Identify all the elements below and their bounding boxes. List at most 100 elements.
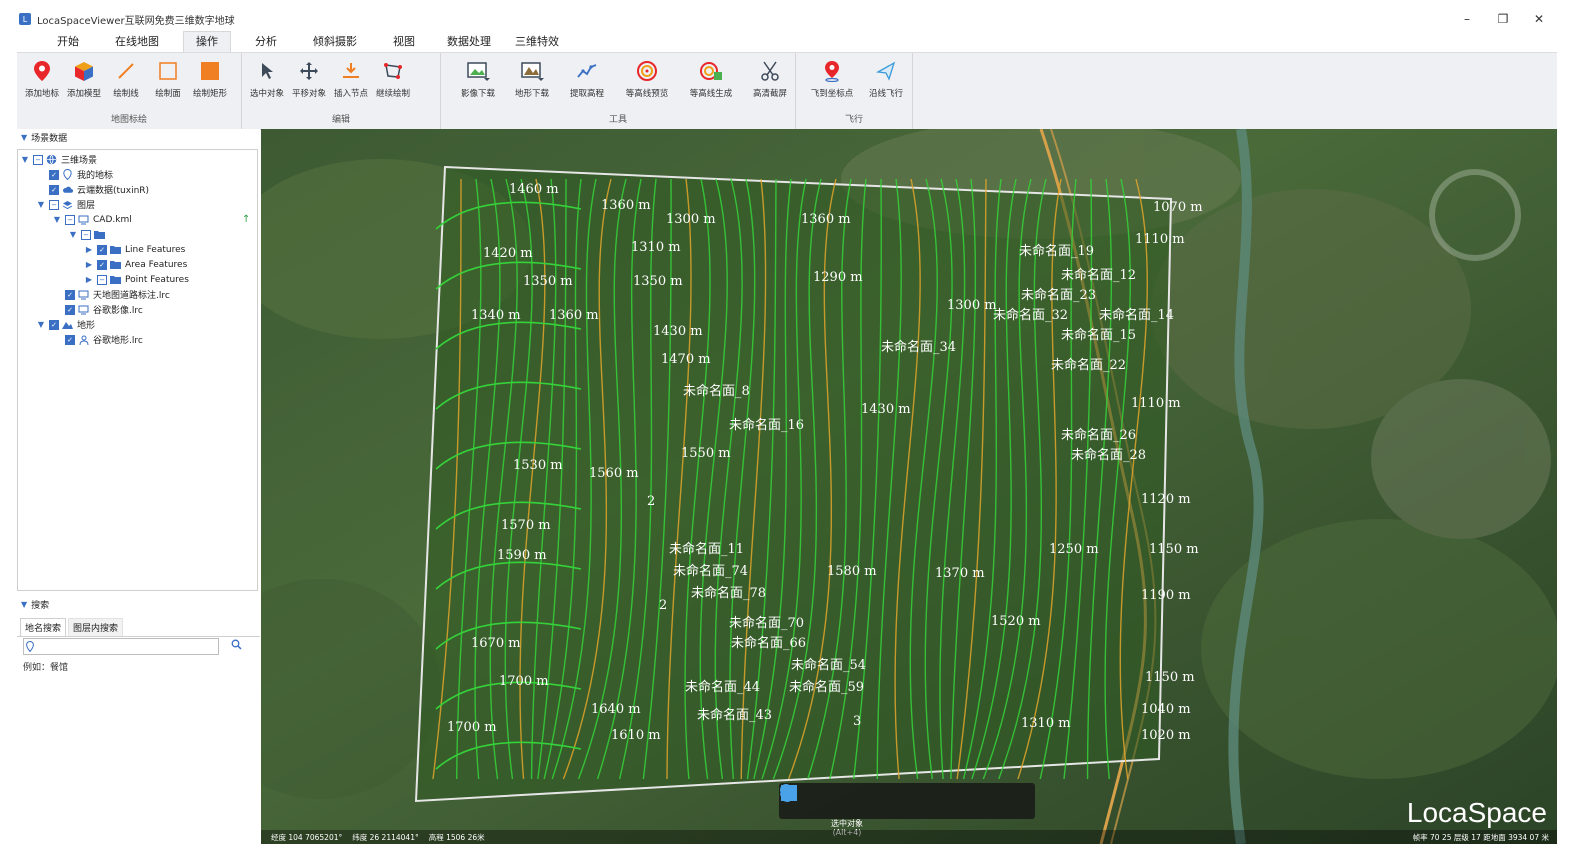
tree-node-tianditu-road[interactable]: ✓ 天地图道路标注.lrc xyxy=(62,287,170,302)
terrain-download-button[interactable]: 地形下载 xyxy=(505,57,559,109)
tree-checkbox[interactable]: − xyxy=(97,274,107,285)
select-object-label: 选中对象 xyxy=(249,89,284,99)
tab-oblique-photo[interactable]: 倾斜摄影 xyxy=(301,32,369,52)
continue-draw-button[interactable]: 继续绘制 xyxy=(372,57,414,109)
contour-preview-button[interactable]: 等高线预览 xyxy=(615,57,679,109)
tree-node-terrain[interactable]: ▼ ✓ 地形 xyxy=(36,317,95,332)
expand-arrow-icon[interactable]: ▼ xyxy=(20,155,30,164)
hd-screenshot-button[interactable]: 高清截屏 xyxy=(743,57,797,109)
tree-checkbox[interactable]: ✓ xyxy=(97,259,107,270)
insert-node-icon xyxy=(339,59,363,83)
pin-icon[interactable]: ↑ xyxy=(242,212,250,227)
tree-node-line-features[interactable]: ▶ ✓ Line Features xyxy=(84,242,185,257)
expand-arrow-icon[interactable]: ▶ xyxy=(84,275,94,284)
expand-arrow-icon[interactable]: ▶ xyxy=(84,260,94,269)
move-object-button[interactable]: 平移对象 xyxy=(288,57,330,109)
tab-3d-effects[interactable]: 三维特效 xyxy=(503,32,571,52)
map-view[interactable]: 1460 m 1360 m 1300 m 1360 m 1070 m 1420 m 1310… xyxy=(261,129,1557,844)
search-input[interactable] xyxy=(23,638,219,655)
tree-node-my-placemarks[interactable]: ✓ 我的地标 xyxy=(46,167,113,182)
map-label: 1190 m xyxy=(1141,588,1191,603)
extract-elevation-button[interactable]: 提取高程 xyxy=(559,57,615,109)
expand-arrow-icon[interactable]: ▼ xyxy=(68,230,78,239)
tree-checkbox[interactable]: − xyxy=(49,199,59,210)
fly-along-line-button[interactable]: 沿线飞行 xyxy=(860,57,912,109)
tab-operate[interactable]: 操作 xyxy=(183,31,231,52)
contour-generate-icon xyxy=(699,59,723,83)
pointer-icon[interactable] xyxy=(782,785,857,815)
ribbon-group-tools: 影像下载 地形下载 提取高程 等高线预览 等高线生成 高清截屏 工具 xyxy=(441,53,796,129)
map-label: 1430 m xyxy=(653,324,703,339)
map-label: 未命名面_11 xyxy=(669,541,744,557)
tree-checkbox[interactable]: − xyxy=(33,154,43,165)
tree-node-layers[interactable]: ▼ − 图层 xyxy=(36,197,95,212)
terrain-download-label: 地形下载 xyxy=(514,89,549,99)
pointer-icon xyxy=(255,59,279,83)
fly-to-point-button[interactable]: 飞到坐标点 xyxy=(804,57,860,109)
draw-polygon-button[interactable]: 绘制面 xyxy=(147,57,189,109)
tab-data-processing[interactable]: 数据处理 xyxy=(435,32,503,52)
insert-node-button[interactable]: 插入节点 xyxy=(330,57,372,109)
map-label: 未命名面_19 xyxy=(1019,243,1094,259)
tree-checkbox[interactable]: ✓ xyxy=(49,184,59,195)
tree-node-google-terrain[interactable]: ✓ 谷歌地形.lrc xyxy=(62,332,143,347)
tree-checkbox[interactable]: ✓ xyxy=(49,169,59,180)
draw-line-button[interactable]: 绘制线 xyxy=(105,57,147,109)
map-label: 1430 m xyxy=(861,402,911,417)
search-button[interactable] xyxy=(229,638,243,653)
map-label: 2 xyxy=(659,598,667,613)
draw-rectangle-button[interactable]: 绘制矩形 xyxy=(189,57,231,109)
tree-node-folder[interactable]: ▼ − xyxy=(68,227,109,242)
tree-node-label: Line Features xyxy=(125,244,186,255)
tree-node-point-features[interactable]: ▶ − Point Features xyxy=(84,272,189,287)
tab-analysis[interactable]: 分析 xyxy=(243,32,289,52)
map-label: 1070 m xyxy=(1153,200,1203,215)
image-download-button[interactable]: 影像下载 xyxy=(451,57,505,109)
expand-arrow-icon[interactable]: ▼ xyxy=(36,320,46,329)
fly-along-line-icon xyxy=(874,59,898,83)
tree-node-area-features[interactable]: ▶ ✓ Area Features xyxy=(84,257,187,272)
restore-button[interactable]: ❐ xyxy=(1485,8,1521,30)
contour-generate-button[interactable]: 等高线生成 xyxy=(679,57,743,109)
person-icon xyxy=(78,335,89,345)
search-panel-header[interactable]: ▼ 搜索 xyxy=(17,596,260,612)
tab-online-map[interactable]: 在线地图 xyxy=(103,32,171,52)
select-object-button[interactable]: 选中对象 xyxy=(246,57,288,109)
add-placemark-button[interactable]: 添加地标 xyxy=(21,57,63,109)
tree-checkbox[interactable]: ✓ xyxy=(65,289,75,300)
tree-node-3d-scene[interactable]: ▼ − 三维场景 xyxy=(20,152,97,167)
contour-preview-label: 等高线预览 xyxy=(625,89,669,99)
tree-checkbox[interactable]: − xyxy=(81,229,91,240)
tree-checkbox[interactable]: − xyxy=(65,214,75,225)
tab-place-search[interactable]: 地名搜索 xyxy=(20,618,67,636)
tree-checkbox[interactable]: ✓ xyxy=(65,334,75,345)
add-model-button[interactable]: 添加模型 xyxy=(63,57,105,109)
expand-arrow-icon[interactable]: ▼ xyxy=(36,200,46,209)
tree-node-cad-kml[interactable]: ▼ − CAD.kml xyxy=(52,212,132,227)
pin-icon[interactable] xyxy=(780,784,900,815)
tree-checkbox[interactable]: ✓ xyxy=(65,304,75,315)
tab-start[interactable]: 开始 xyxy=(45,32,91,52)
tab-view[interactable]: 视图 xyxy=(381,32,427,52)
rectangle-icon[interactable] xyxy=(781,785,985,815)
map-label: 1310 m xyxy=(1021,716,1071,731)
tree-checkbox[interactable]: ✓ xyxy=(97,244,107,255)
expand-arrow-icon[interactable]: ▶ xyxy=(84,245,94,254)
map-label: 1110 m xyxy=(1131,396,1181,411)
tab-layer-search[interactable]: 图层内搜索 xyxy=(68,618,124,636)
minimize-button[interactable]: – xyxy=(1449,8,1485,30)
expand-arrow-icon[interactable]: ▼ xyxy=(52,215,62,224)
line-icon[interactable] xyxy=(781,785,942,815)
tree-checkbox[interactable]: ✓ xyxy=(49,319,59,330)
chart-icon[interactable] xyxy=(782,787,1028,815)
monitor-icon xyxy=(78,305,89,315)
tree-node-google-image[interactable]: ✓ 谷歌影像.lrc xyxy=(62,302,143,317)
continue-draw-label: 继续绘制 xyxy=(375,89,410,99)
scene-panel-header[interactable]: ▼ 场景数据 xyxy=(17,129,260,145)
tree-node-cloud-data[interactable]: ✓ 云端数据(tuxinR) xyxy=(46,182,149,197)
insert-node-label: 插入节点 xyxy=(333,89,368,99)
close-button[interactable]: ✕ xyxy=(1521,8,1557,30)
status-right-info: 帧率 70 25 层级 17 距地面 3934 07 米 xyxy=(1412,832,1549,842)
map-label: 1470 m xyxy=(661,352,711,367)
compass-icon[interactable] xyxy=(1429,169,1521,261)
